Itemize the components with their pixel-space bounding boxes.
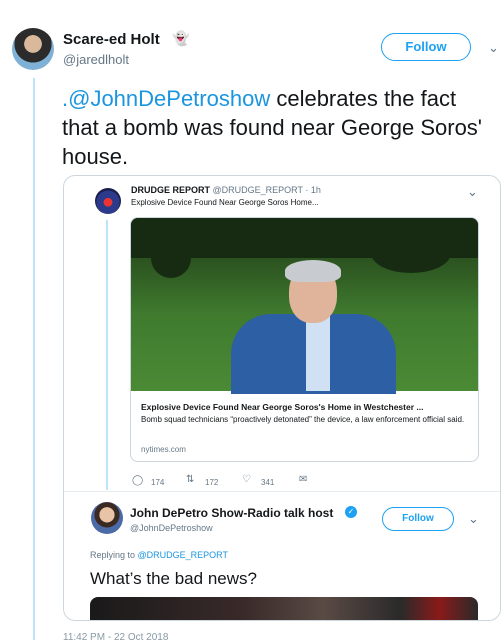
quoted-source-name[interactable]: DRUDGE REPORT (131, 185, 210, 195)
link-preview-card[interactable]: Explosive Device Found Near George Soros… (130, 217, 479, 462)
follow-button[interactable]: Follow (381, 33, 471, 61)
verified-badge-icon: ✓ (345, 506, 357, 518)
author-name[interactable]: Scare-ed Holt (63, 31, 160, 48)
like-icon[interactable]: ♡ (242, 474, 251, 485)
photo-tree (151, 238, 191, 278)
retweet-icon[interactable]: ⇅ (186, 474, 194, 485)
quoted-source-handle[interactable]: @DRUDGE_REPORT · 1h (213, 185, 321, 195)
link-title: Explosive Device Found Near George Soros… (141, 402, 424, 412)
thread-line (33, 78, 35, 640)
link-description: Bomb squad technicians “proactively deto… (141, 415, 465, 424)
link-domain: nytimes.com (141, 445, 186, 454)
reply-author-name[interactable]: John DePetro Show-Radio talk host (130, 506, 333, 520)
chevron-down-icon[interactable]: ⌄ (488, 40, 499, 56)
article-photo (131, 218, 478, 394)
author-handle[interactable]: @jaredlholt (63, 52, 129, 67)
ghost-emoji-icon: 👻 (172, 30, 190, 46)
like-count: 341 (261, 478, 275, 487)
photo-tree (371, 233, 451, 273)
quote-divider (64, 491, 500, 492)
reply-follow-button[interactable]: Follow (382, 507, 454, 531)
reply-text: What’s the bad news? (90, 569, 257, 588)
author-avatar[interactable] (12, 28, 54, 70)
quoted-tweet-card[interactable]: DRUDGE REPORT @DRUDGE_REPORT · 1h ⌄ Expl… (63, 175, 501, 621)
quote-chevron-down-icon[interactable]: ⌄ (467, 184, 478, 200)
message-icon[interactable]: ✉ (299, 474, 307, 485)
replying-to-link[interactable]: @DRUDGE_REPORT (138, 550, 228, 560)
tweet-timestamp[interactable]: 11:42 PM - 22 Oct 2018 (63, 632, 168, 643)
retweet-count: 172 (205, 478, 219, 487)
replying-to-prefix: Replying to (90, 550, 138, 560)
reply-count: 174 (151, 478, 165, 487)
quote-thread-line (106, 220, 108, 490)
photo-person-shirt (306, 316, 330, 391)
replying-to-line: Replying to @DRUDGE_REPORT (90, 550, 228, 560)
reply-media-preview[interactable] (90, 597, 478, 620)
mention-link[interactable]: .@JohnDePetroshow (62, 86, 270, 111)
quoted-source-line: DRUDGE REPORT @DRUDGE_REPORT · 1h (131, 185, 321, 195)
reply-author-avatar[interactable] (91, 502, 123, 534)
photo-person-hair (285, 260, 341, 282)
reply-chevron-down-icon[interactable]: ⌄ (468, 511, 479, 527)
quoted-source-text: Explosive Device Found Near George Soros… (131, 198, 319, 207)
drudge-siren-avatar[interactable] (95, 188, 121, 214)
reply-icon[interactable]: ◯ (132, 475, 143, 486)
tweet-text: .@JohnDePetroshow celebrates the fact th… (62, 84, 492, 171)
reply-author-handle[interactable]: @JohnDePetroshow (130, 523, 213, 533)
